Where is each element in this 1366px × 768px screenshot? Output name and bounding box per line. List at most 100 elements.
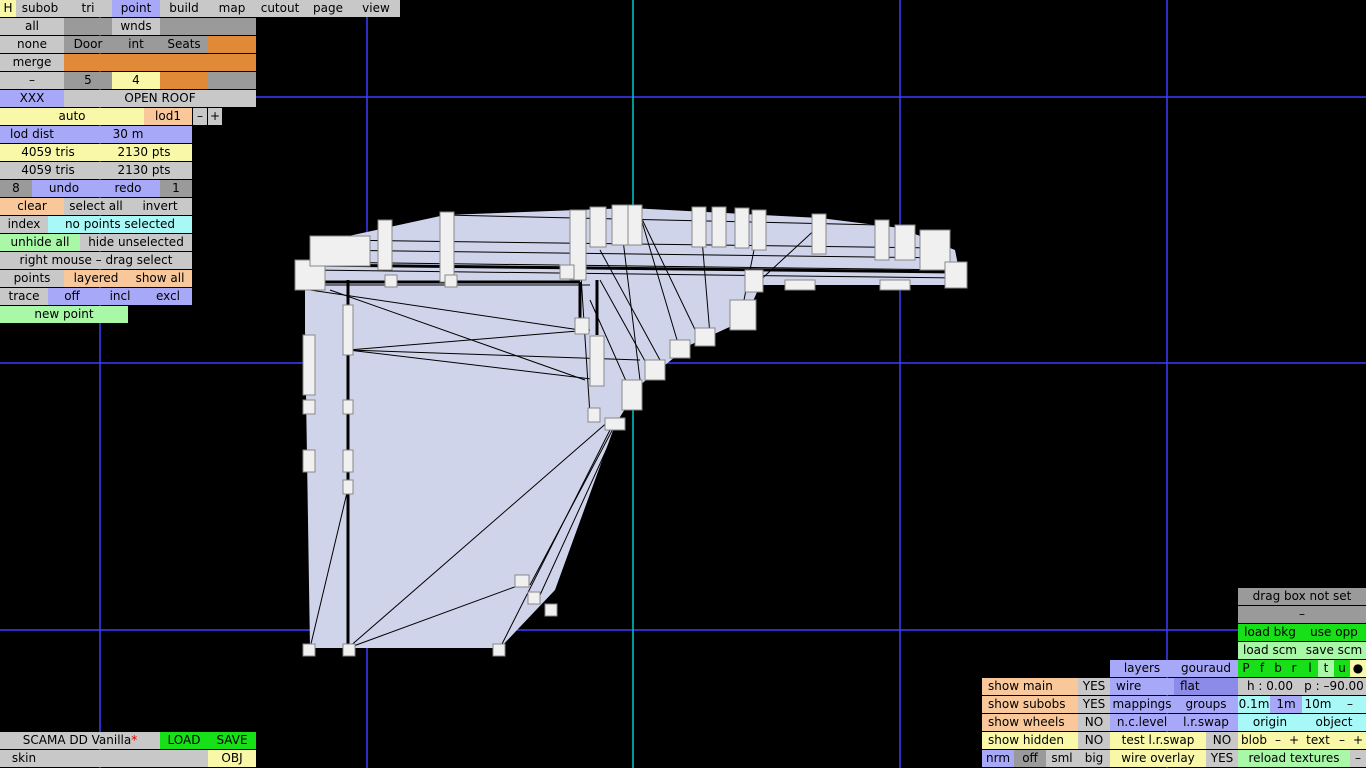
open-roof-button[interactable]: OPEN ROOF [64,90,256,107]
wire-overlay-toggle[interactable]: YES [1206,750,1238,767]
step-0-1m-button[interactable]: 0.1m [1238,696,1270,713]
group-blank-3[interactable] [208,18,256,35]
group-orange-6[interactable] [160,72,208,89]
mappings-button[interactable]: mappings [1110,696,1174,713]
size-sml-button[interactable]: sml [1046,750,1078,767]
layers-button[interactable]: layers [1110,660,1174,677]
group-orange-5[interactable] [208,54,256,71]
show-all-button[interactable]: show all [128,270,192,287]
text-minus-button[interactable]: – [1334,732,1350,749]
size-nrm-button[interactable]: nrm [982,750,1014,767]
group-orange-3[interactable] [112,54,160,71]
lod-dist-value[interactable]: 30 m [64,126,192,143]
view-u-button[interactable]: u [1334,660,1350,677]
use-opp-button[interactable]: use opp [1302,624,1366,641]
reload-textures-button[interactable]: reload textures [1238,750,1350,767]
view-dot-button[interactable]: ● [1350,660,1366,677]
load-button[interactable]: LOAD [160,732,208,749]
blob-plus-button[interactable]: + [1286,732,1302,749]
trace-off-button[interactable]: off [48,288,96,305]
tab-point[interactable]: point [112,0,160,17]
group-blank-1[interactable] [64,18,112,35]
redo-button[interactable]: redo [96,180,160,197]
gouraud-button[interactable]: gouraud [1174,660,1238,677]
group-orange-2[interactable] [64,54,112,71]
size-big-button[interactable]: big [1078,750,1110,767]
group-int-button[interactable]: int [112,36,160,53]
load-bkg-button[interactable]: load bkg [1238,624,1302,641]
group-orange-4[interactable] [160,54,208,71]
hide-unselected-button[interactable]: hide unselected [80,234,192,251]
group-seats-button[interactable]: Seats [160,36,208,53]
invert-selection-button[interactable]: invert [128,198,192,215]
group-wnds-button[interactable]: wnds [112,18,160,35]
view-r-button[interactable]: r [1286,660,1302,677]
flat-button[interactable]: flat [1174,678,1238,695]
pitch-value[interactable]: p : –90.00 [1302,678,1366,695]
show-hidden-toggle[interactable]: NO [1078,732,1110,749]
wire-button[interactable]: wire [1110,678,1174,695]
test-lr-swap-toggle[interactable]: NO [1206,732,1238,749]
origin-button[interactable]: origin [1238,714,1302,731]
lr-swap-button[interactable]: l.r.swap [1174,714,1238,731]
lod-plus-button[interactable]: + [208,108,222,125]
text-plus-button[interactable]: + [1350,732,1366,749]
view-b-button[interactable]: b [1270,660,1286,677]
trace-incl-button[interactable]: incl [96,288,144,305]
groups-button[interactable]: groups [1174,696,1238,713]
view-l-button[interactable]: l [1302,660,1318,677]
group-xxx-button[interactable]: XXX [0,90,64,107]
lod-minus-button[interactable]: – [193,108,207,125]
group-none-button[interactable]: none [0,36,64,53]
view-t-button[interactable]: t [1318,660,1334,677]
save-scm-button[interactable]: save scm [1302,642,1366,659]
reload-minus-button[interactable]: – [1350,750,1366,767]
skin-field[interactable] [48,750,208,767]
show-wheels-toggle[interactable]: NO [1078,714,1110,731]
tab-view[interactable]: view [352,0,400,17]
group-all-button[interactable]: all [0,18,64,35]
tab-map[interactable]: map [208,0,256,17]
group-blank-2[interactable] [160,18,208,35]
unhide-all-button[interactable]: unhide all [0,234,80,251]
merge-button[interactable]: merge [0,54,64,71]
index-button[interactable]: index [0,216,48,233]
drag-box-dash[interactable]: – [1238,606,1366,623]
size-off-button[interactable]: off [1014,750,1046,767]
lod-auto-button[interactable]: auto [0,108,144,125]
view-f-button[interactable]: f [1254,660,1270,677]
heading-value[interactable]: h : 0.00 [1238,678,1302,695]
show-main-toggle[interactable]: YES [1078,678,1110,695]
undo-button[interactable]: undo [32,180,96,197]
layered-button[interactable]: layered [64,270,128,287]
tab-cutout[interactable]: cutout [256,0,304,17]
select-all-button[interactable]: select all [64,198,128,215]
group-door-button[interactable]: Door [64,36,112,53]
tab-subob[interactable]: subob [16,0,64,17]
save-button[interactable]: SAVE [208,732,256,749]
group-4-button[interactable]: 4 [112,72,160,89]
step-1m-button[interactable]: 1m [1270,696,1302,713]
clear-selection-button[interactable]: clear [0,198,64,215]
group-dash-button[interactable]: – [0,72,64,89]
load-scm-button[interactable]: load scm [1238,642,1302,659]
tab-tri[interactable]: tri [64,0,112,17]
group-orange-1[interactable] [208,36,256,53]
group-blank-4[interactable] [208,72,256,89]
blob-minus-button[interactable]: – [1270,732,1286,749]
new-point-button[interactable]: new point [0,306,128,323]
points-mode-button[interactable]: points [0,270,64,287]
nc-level-button[interactable]: n.c.level [1110,714,1174,731]
step-10m-button[interactable]: 10m [1302,696,1334,713]
tab-page[interactable]: page [304,0,352,17]
object-button[interactable]: object [1302,714,1366,731]
step-minus-button[interactable]: – [1334,696,1366,713]
view-p-button[interactable]: P [1238,660,1254,677]
tab-build[interactable]: build [160,0,208,17]
lod-select-button[interactable]: lod1 [144,108,192,125]
tab-h[interactable]: H [0,0,16,17]
show-subobs-toggle[interactable]: YES [1078,696,1110,713]
group-5-button[interactable]: 5 [64,72,112,89]
obj-button[interactable]: OBJ [208,750,256,767]
trace-excl-button[interactable]: excl [144,288,192,305]
